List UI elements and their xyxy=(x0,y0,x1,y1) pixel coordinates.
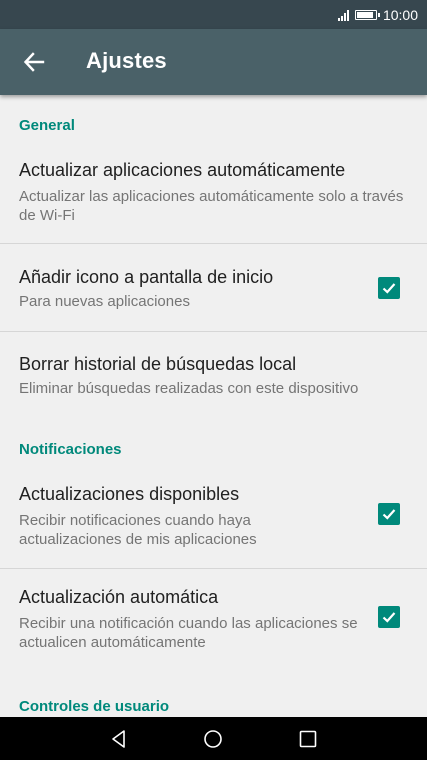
section-header-user-controls: Controles de usuario xyxy=(19,698,170,715)
circle-home-icon xyxy=(204,730,222,748)
arrow-back-icon xyxy=(23,52,45,72)
square-recents-icon xyxy=(299,730,317,748)
setting-subtitle: Actualizar las aplicaciones automáticame… xyxy=(19,188,404,224)
status-bar: 10:00 xyxy=(0,0,427,29)
setting-auto-update-notification[interactable]: Actualización automática Recibir una not… xyxy=(0,569,427,669)
battery-icon xyxy=(354,9,380,20)
checkbox-available-updates[interactable] xyxy=(378,503,400,525)
setting-available-updates[interactable]: Actualizaciones disponibles Recibir noti… xyxy=(0,468,427,568)
status-time: 10:00 xyxy=(382,6,418,23)
setting-subtitle: Recibir notificaciones cuando haya actua… xyxy=(19,512,257,548)
check-icon xyxy=(382,509,396,520)
setting-subtitle: Recibir una notificación cuando las apli… xyxy=(19,615,358,651)
nav-home-button[interactable] xyxy=(201,727,225,751)
setting-title: Borrar historial de búsquedas local xyxy=(19,354,297,374)
nav-back-button[interactable] xyxy=(107,727,131,751)
page-title: Ajustes xyxy=(86,48,167,73)
check-icon xyxy=(382,612,396,623)
setting-clear-search-history[interactable]: Borrar historial de búsquedas local Elim… xyxy=(0,332,427,412)
check-icon xyxy=(382,283,396,294)
app-bar: Ajustes xyxy=(0,29,427,95)
section-header-general: General xyxy=(19,117,75,134)
setting-add-home-icon[interactable]: Añadir icono a pantalla de inicio Para n… xyxy=(0,244,427,331)
setting-title: Actualizaciones disponibles xyxy=(19,484,240,504)
triangle-back-icon xyxy=(112,730,125,748)
section-header-notifications: Notificaciones xyxy=(19,441,122,458)
setting-title: Añadir icono a pantalla de inicio xyxy=(19,267,274,287)
status-icons: 10:00 xyxy=(337,6,418,23)
setting-auto-update-apps[interactable]: Actualizar aplicaciones automáticamente … xyxy=(0,147,427,243)
nav-recents-button[interactable] xyxy=(296,727,320,751)
settings-list[interactable]: General Actualizar aplicaciones automáti… xyxy=(0,95,427,717)
setting-title: Actualización automática xyxy=(19,587,219,607)
checkbox-auto-update-notification[interactable] xyxy=(378,606,400,628)
setting-subtitle: Eliminar búsquedas realizadas con este d… xyxy=(19,380,359,397)
navigation-bar xyxy=(0,717,427,760)
setting-subtitle: Para nuevas aplicaciones xyxy=(19,293,190,310)
signal-icon xyxy=(337,9,349,21)
back-button[interactable] xyxy=(18,46,50,78)
setting-title: Actualizar aplicaciones automáticamente xyxy=(19,160,346,180)
checkbox-add-home-icon[interactable] xyxy=(378,277,400,299)
